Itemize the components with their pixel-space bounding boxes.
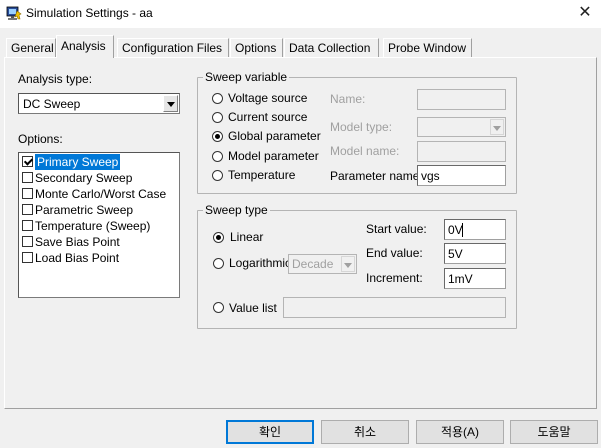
temperature-radio[interactable]: [212, 170, 223, 181]
linear-label: Linear: [230, 230, 264, 244]
tab-configuration-files[interactable]: Configuration Files: [117, 38, 229, 57]
global-parameter-radio[interactable]: [212, 131, 223, 142]
analysis-type-select[interactable]: DC Sweep: [18, 93, 180, 114]
apply-button[interactable]: 적용(A): [416, 420, 504, 444]
model-type-label: Model type:: [330, 120, 393, 134]
chevron-down-icon: [344, 263, 352, 268]
current-source-radio[interactable]: [212, 112, 223, 123]
increment-field[interactable]: 1mV: [444, 268, 506, 289]
tab-probe-window[interactable]: Probe Window: [383, 38, 472, 57]
sweep-variable-title: Sweep variable: [203, 70, 290, 84]
log-scale-dropdown-button[interactable]: [341, 256, 355, 272]
option-checkbox[interactable]: [22, 204, 33, 215]
window-title: Simulation Settings - aa: [26, 6, 153, 20]
help-button[interactable]: 도움말: [510, 420, 598, 444]
model-parameter-label: Model parameter: [228, 149, 319, 163]
option-parametric-sweep[interactable]: Parametric Sweep: [21, 202, 179, 218]
name-field[interactable]: [417, 89, 506, 110]
option-checkbox[interactable]: [22, 172, 33, 183]
option-label: Secondary Sweep: [35, 171, 133, 185]
option-checkbox[interactable]: [22, 252, 33, 263]
value-list-radio[interactable]: [213, 302, 224, 313]
options-label: Options:: [18, 132, 63, 146]
option-label: Monte Carlo/Worst Case: [35, 187, 167, 201]
option-label: Load Bias Point: [35, 251, 120, 265]
model-type-select[interactable]: [417, 117, 506, 137]
option-checkbox[interactable]: [22, 156, 33, 167]
option-label: Save Bias Point: [35, 235, 120, 249]
model-parameter-radio[interactable]: [212, 151, 223, 162]
analysis-type-label: Analysis type:: [18, 72, 93, 86]
option-secondary-sweep[interactable]: Secondary Sweep: [21, 170, 179, 186]
model-name-field[interactable]: [417, 141, 506, 162]
option-checkbox[interactable]: [22, 236, 33, 247]
tab-options[interactable]: Options: [230, 38, 283, 57]
option-checkbox[interactable]: [22, 188, 33, 199]
parameter-name-field[interactable]: vgs: [417, 165, 506, 186]
tab-analysis[interactable]: Analysis: [56, 35, 114, 58]
model-name-label: Model name:: [330, 144, 400, 158]
option-label: Parametric Sweep: [35, 203, 134, 217]
start-value-text: 0V: [448, 223, 463, 237]
option-primary-sweep[interactable]: Primary Sweep: [21, 154, 179, 170]
logarithmic-radio[interactable]: [213, 258, 224, 269]
text-caret: [462, 223, 463, 237]
close-icon[interactable]: ✕: [572, 2, 598, 24]
current-source-label: Current source: [228, 110, 308, 124]
end-value-field[interactable]: 5V: [444, 243, 506, 264]
sweep-type-title: Sweep type: [203, 203, 270, 217]
end-value-label: End value:: [366, 246, 423, 260]
option-save-bias-point[interactable]: Save Bias Point: [21, 234, 179, 250]
option-load-bias-point[interactable]: Load Bias Point: [21, 250, 179, 266]
tab-general[interactable]: General: [6, 38, 56, 57]
ok-button[interactable]: 확인: [226, 420, 314, 444]
options-list: Primary Sweep Secondary Sweep Monte Carl…: [18, 152, 180, 298]
value-list-field[interactable]: [283, 297, 506, 318]
log-scale-select[interactable]: Decade: [288, 254, 357, 274]
chevron-down-icon: [493, 126, 501, 131]
logarithmic-label: Logarithmic: [229, 256, 292, 270]
option-checkbox[interactable]: [22, 220, 33, 231]
start-value-label: Start value:: [366, 222, 427, 236]
log-scale-value: Decade: [292, 257, 334, 271]
cancel-button[interactable]: 취소: [321, 420, 409, 444]
name-label: Name:: [330, 92, 366, 106]
increment-label: Increment:: [366, 271, 423, 285]
end-value-text: 5V: [448, 247, 463, 261]
linear-radio[interactable]: [213, 232, 224, 243]
value-list-label: Value list: [229, 301, 277, 315]
increment-text: 1mV: [448, 272, 473, 286]
voltage-source-label: Voltage source: [228, 91, 308, 105]
parameter-name-value: vgs: [421, 169, 440, 183]
option-temperature-sweep[interactable]: Temperature (Sweep): [21, 218, 179, 234]
app-icon: [6, 5, 22, 21]
model-type-dropdown-button[interactable]: [490, 119, 504, 135]
option-monte-carlo[interactable]: Monte Carlo/Worst Case: [21, 186, 179, 202]
analysis-type-dropdown-button[interactable]: [163, 95, 178, 112]
option-label: Temperature (Sweep): [35, 219, 151, 233]
analysis-type-value: DC Sweep: [23, 97, 81, 111]
option-label: Primary Sweep: [35, 154, 121, 170]
parameter-name-label: Parameter name:: [330, 169, 423, 183]
temperature-label: Temperature: [228, 168, 296, 182]
global-parameter-label: Global parameter: [228, 129, 321, 143]
voltage-source-radio[interactable]: [212, 93, 223, 104]
start-value-field[interactable]: 0V: [444, 219, 506, 240]
chevron-down-icon: [167, 102, 175, 107]
tab-data-collection[interactable]: Data Collection: [284, 38, 379, 57]
